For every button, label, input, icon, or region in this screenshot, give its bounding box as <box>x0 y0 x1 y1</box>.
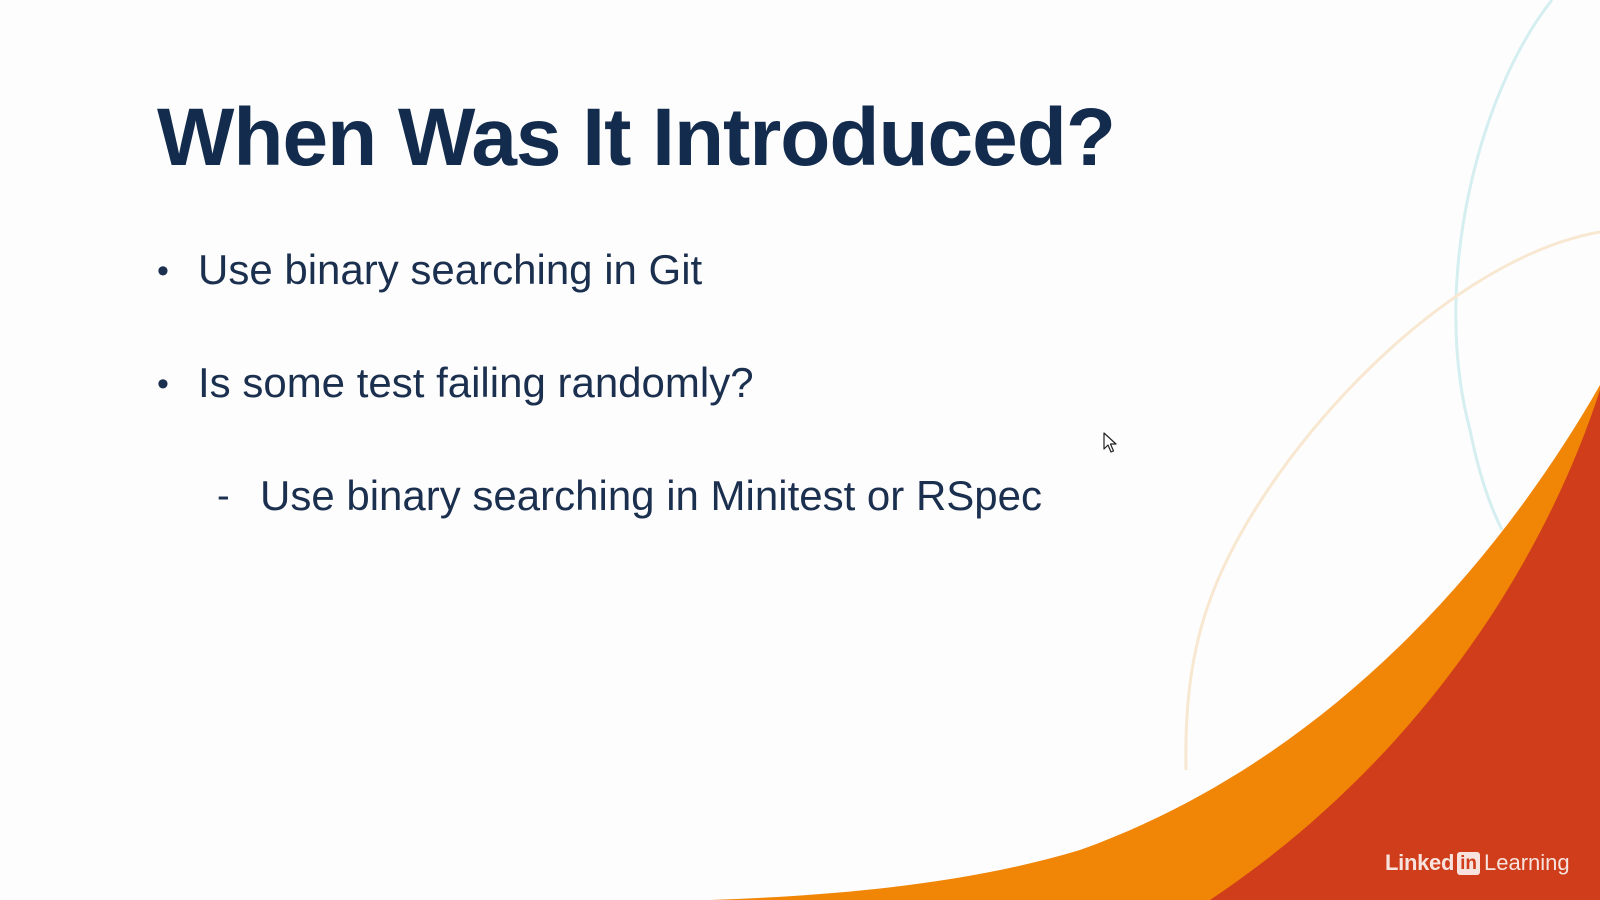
logo-word-learning: Learning <box>1484 850 1570 875</box>
sub-bullet-item: - Use binary searching in Minitest or RSp… <box>217 470 1042 522</box>
slide-title: When Was It Introduced? <box>157 92 1116 183</box>
bullet-text: Use binary searching in Git <box>198 246 703 293</box>
logo-in-mark: in <box>1457 851 1480 875</box>
bullet-marker: • <box>157 365 169 403</box>
slide: When Was It Introduced? • Use binary sear… <box>0 0 1600 900</box>
bullet-text: Is some test failing randomly? <box>198 359 754 406</box>
teal-arc <box>1454 0 1554 531</box>
sub-bullet-marker: - <box>217 475 230 517</box>
bullet-item: • Use binary searching in Git <box>157 244 702 297</box>
bullet-item: • Is some test failing randomly? <box>157 357 754 410</box>
bullet-marker: • <box>157 252 169 290</box>
linkedin-learning-logo: Linked in Learning <box>1385 849 1570 877</box>
logo-word-linked: Linked <box>1385 850 1455 875</box>
mouse-pointer-icon <box>1103 432 1117 453</box>
sub-bullet-text: Use binary searching in Minitest or RSpe… <box>260 472 1043 519</box>
